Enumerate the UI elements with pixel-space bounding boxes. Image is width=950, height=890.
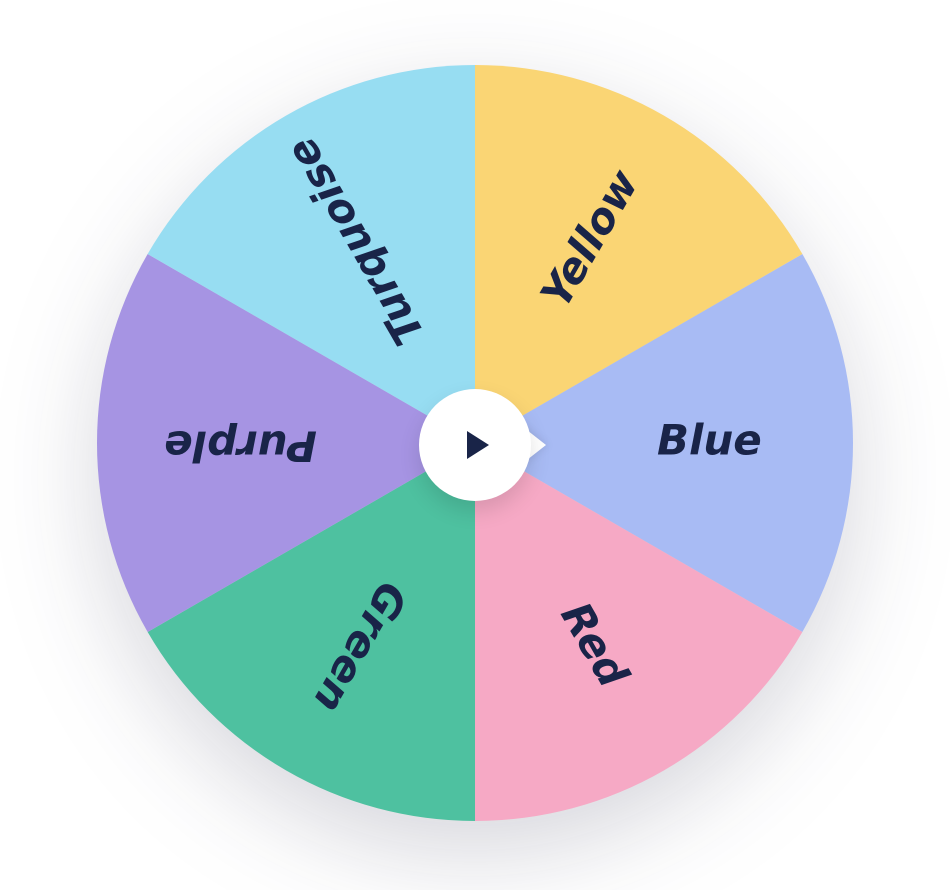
spin-button[interactable] bbox=[419, 389, 531, 501]
spinner-wheel: BlueRedGreenPurpleTurquoiseYellow bbox=[95, 63, 855, 827]
wheel-segment-label: Blue bbox=[657, 416, 762, 465]
play-icon bbox=[455, 425, 495, 465]
wheel-segment-label: Purple bbox=[164, 422, 317, 471]
